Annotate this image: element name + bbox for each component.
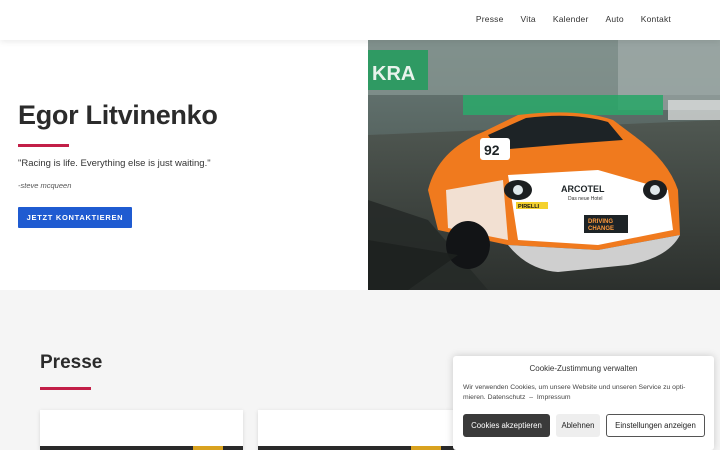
hero-section: Egor Litvinenko "Racing is life. Everyth… (0, 40, 720, 290)
nav-item-kalender[interactable]: Kalender (553, 14, 589, 24)
contact-button[interactable]: JETZT KONTAKTIEREN (18, 207, 132, 228)
hero-intro: Egor Litvinenko "Racing is life. Everyth… (18, 40, 358, 290)
section-title-presse: Presse (40, 352, 103, 373)
main-nav: Presse Vita Kalender Auto Kontakt (459, 14, 671, 24)
press-card[interactable] (258, 410, 461, 450)
imprint-link[interactable]: Impressum (537, 394, 571, 401)
cookie-dialog-text: Wir verwenden Cookies, um unsere Website… (463, 383, 703, 403)
nav-item-auto[interactable]: Auto (605, 14, 623, 24)
nav-item-presse[interactable]: Presse (476, 14, 504, 24)
sponsor-arcotel-sub: Das neue Hotel (568, 196, 602, 202)
top-navigation-bar: Presse Vita Kalender Auto Kontakt (0, 0, 720, 40)
plate-bottom: CHANGE (588, 226, 614, 232)
hero-quote: "Racing is life. Everything else is just… (18, 158, 211, 169)
press-card-image-accent (411, 446, 441, 450)
title-underline (18, 144, 69, 147)
race-car-illustration: KRA 92 ARCOTEL Das neue Hotel PIRELLI DR… (368, 40, 720, 290)
accept-cookies-button[interactable]: Cookies akzeptieren (463, 414, 550, 437)
race-car-photo: KRA 92 ARCOTEL Das neue Hotel PIRELLI DR… (368, 40, 720, 290)
cookie-settings-button[interactable]: Einstellungen anzeigen (606, 414, 705, 437)
press-card-image-accent (193, 446, 223, 450)
cookie-dialog-title: Cookie-Zustimmung verwalten (529, 364, 638, 373)
press-card[interactable] (40, 410, 243, 450)
nav-item-kontakt[interactable]: Kontakt (641, 14, 671, 24)
sponsor-arcotel: ARCOTEL (561, 184, 605, 194)
banner-text: KRA (372, 63, 415, 85)
link-separator: – (529, 394, 534, 401)
privacy-link[interactable]: Datenschutz (488, 394, 526, 401)
section-underline (40, 387, 91, 390)
nav-item-vita[interactable]: Vita (521, 14, 536, 24)
page-title: Egor Litvinenko (18, 100, 218, 130)
cookie-consent-dialog: Cookie-Zustimmung verwalten Wir verwende… (453, 356, 714, 450)
plate-top: DRIVING (588, 219, 613, 225)
car-number: 92 (484, 142, 500, 158)
quote-author: -steve mcqueen (18, 181, 72, 190)
deny-cookies-button[interactable]: Ablehnen (556, 414, 600, 437)
sponsor-pirelli: PIRELLI (518, 204, 540, 210)
